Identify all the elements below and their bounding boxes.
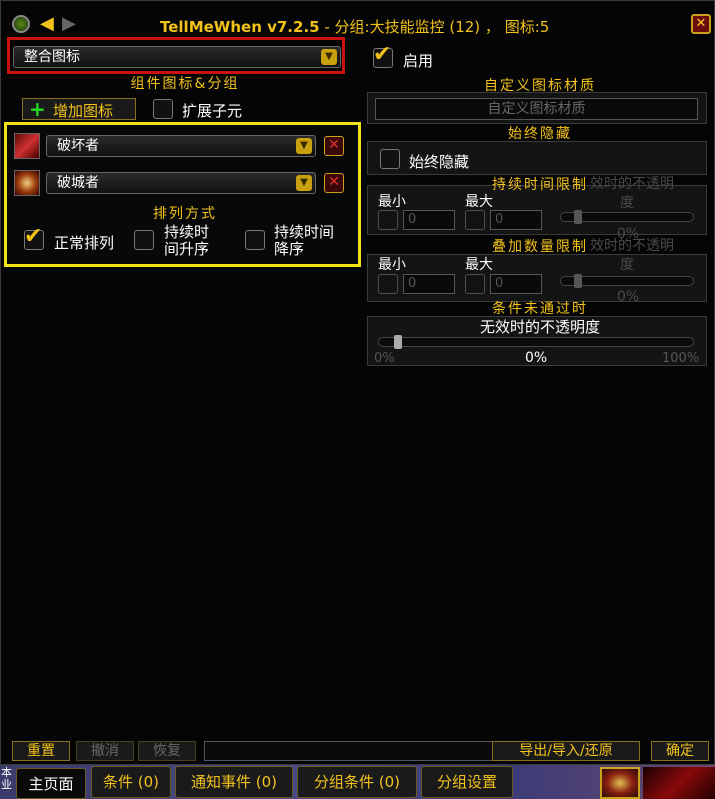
import-export-input[interactable] xyxy=(204,741,494,761)
reset-button[interactable]: 重置 xyxy=(12,741,70,761)
duration-max-label: 最大 xyxy=(465,194,493,210)
minimize-icon[interactable] xyxy=(12,15,30,33)
always-hide-label: 始终隐藏 xyxy=(409,153,470,171)
component-dropdown-2[interactable]: 破城者 ▼ xyxy=(46,172,316,194)
redo-button[interactable]: 恢复 xyxy=(138,741,196,761)
component-dropdown-1[interactable]: 破坏者 ▼ xyxy=(46,135,316,157)
duration-overlay-text2: 度 xyxy=(620,195,634,211)
window-title: TellMeWhen v7.2.5 - 分组:大技能监控 (12) ， 图标:5 xyxy=(160,16,549,37)
slider-max-label: 100% xyxy=(662,351,700,366)
tab-group-settings[interactable]: 分组设置 xyxy=(421,766,513,798)
duration-max-checkbox[interactable] xyxy=(465,210,485,230)
always-hide-header: 始终隐藏 xyxy=(508,126,572,142)
chevron-down-icon: ▼ xyxy=(296,138,312,154)
remove-component-2-icon[interactable]: ✕ xyxy=(324,173,344,193)
enable-checkbox[interactable]: ✔ xyxy=(373,42,393,68)
stack-min-input[interactable]: 0 xyxy=(403,274,455,294)
tab-notifications[interactable]: 通知事件 (0) xyxy=(175,766,293,798)
forward-arrow-icon[interactable]: ▶ xyxy=(62,13,76,34)
enable-label: 启用 xyxy=(403,52,434,70)
import-export-button[interactable]: 导出/导入/还原 xyxy=(492,741,640,761)
tab-group-conditions[interactable]: 分组条件 (0) xyxy=(297,766,417,798)
slider-min-label: 0% xyxy=(374,351,395,366)
stack-min-checkbox[interactable] xyxy=(378,274,398,294)
invalid-alpha-label: 无效时的不透明度 xyxy=(479,318,600,336)
slider-value: 0% xyxy=(525,350,548,366)
always-hide-checkbox[interactable] xyxy=(380,149,400,169)
components-header: 组件图标&分组 xyxy=(130,76,240,92)
icon-type-value: 整合图标 xyxy=(24,49,80,65)
destroyer-icon xyxy=(14,133,40,159)
ok-button[interactable]: 确定 xyxy=(651,741,709,761)
sort-asc-label: 持续时 间升序 xyxy=(164,224,209,258)
back-arrow-icon[interactable]: ◀ xyxy=(40,13,54,34)
chevron-down-icon: ▼ xyxy=(296,175,312,191)
chevron-down-icon: ▼ xyxy=(321,49,337,65)
tab-main[interactable]: 主页面 xyxy=(16,768,86,799)
expand-children-label: 扩展子元 xyxy=(182,102,243,120)
icon-type-dropdown[interactable]: 整合图标 ▼ xyxy=(13,46,341,68)
siege-breaker-icon xyxy=(14,170,40,196)
game-side-text-2: 业 xyxy=(1,778,12,791)
stack-slider-thumb[interactable] xyxy=(574,274,582,288)
add-icon-label: 增加图标 xyxy=(53,102,114,120)
condition-header: 条件未通过时 xyxy=(492,301,588,317)
close-icon[interactable]: ✕ xyxy=(691,14,711,34)
undo-button[interactable]: 撤消 xyxy=(76,741,134,761)
remove-component-1-icon[interactable]: ✕ xyxy=(324,136,344,156)
stack-max-label: 最大 xyxy=(465,257,493,273)
stack-header: 叠加数量限制 xyxy=(492,239,588,255)
stack-max-checkbox[interactable] xyxy=(465,274,485,294)
duration-min-label: 最小 xyxy=(378,194,406,210)
stack-pct: 0% xyxy=(617,289,640,305)
sort-normal-checkbox[interactable]: ✔ xyxy=(24,224,44,250)
duration-slider-thumb[interactable] xyxy=(574,210,582,224)
sort-header: 排列方式 xyxy=(153,206,217,222)
tab-conditions[interactable]: 条件 (0) xyxy=(91,766,171,798)
sort-asc-line2: 间升序 xyxy=(164,240,210,258)
duration-max-input[interactable]: 0 xyxy=(490,210,542,230)
stack-max-input[interactable]: 0 xyxy=(490,274,542,294)
add-icon-button[interactable]: + 增加图标 xyxy=(22,97,136,121)
stack-min-label: 最小 xyxy=(378,257,406,273)
portrait-frame xyxy=(643,767,715,799)
sort-desc-checkbox[interactable] xyxy=(245,230,265,250)
invalid-alpha-thumb[interactable] xyxy=(394,335,402,349)
expand-children-checkbox[interactable] xyxy=(153,99,173,119)
sort-desc-line2: 降序 xyxy=(274,240,305,258)
addon-name: TellMeWhen v7.2.5 xyxy=(160,18,320,36)
invalid-alpha-slider[interactable] xyxy=(378,337,694,347)
sort-asc-checkbox[interactable] xyxy=(134,230,154,250)
stack-overlay-text2: 度 xyxy=(620,257,634,273)
group-info: - 分组:大技能监控 (12) ， 图标:5 xyxy=(319,18,550,36)
plus-icon: + xyxy=(29,97,46,121)
sort-desc-line1: 持续时间 xyxy=(274,223,335,241)
duration-min-checkbox[interactable] xyxy=(378,210,398,230)
component-name-1: 破坏者 xyxy=(57,138,99,154)
shield-icon xyxy=(600,767,640,799)
duration-min-input[interactable]: 0 xyxy=(403,210,455,230)
check-icon: ✔ xyxy=(24,224,43,249)
custom-texture-input[interactable]: 自定义图标材质 xyxy=(375,98,698,120)
component-name-2: 破城者 xyxy=(57,175,99,191)
game-side-text: 本 业 xyxy=(1,767,12,791)
check-icon: ✔ xyxy=(373,42,392,67)
sort-asc-line1: 持续时 xyxy=(164,223,210,241)
sort-normal-label: 正常排列 xyxy=(54,234,115,252)
sort-desc-label: 持续时间 降序 xyxy=(274,224,334,258)
